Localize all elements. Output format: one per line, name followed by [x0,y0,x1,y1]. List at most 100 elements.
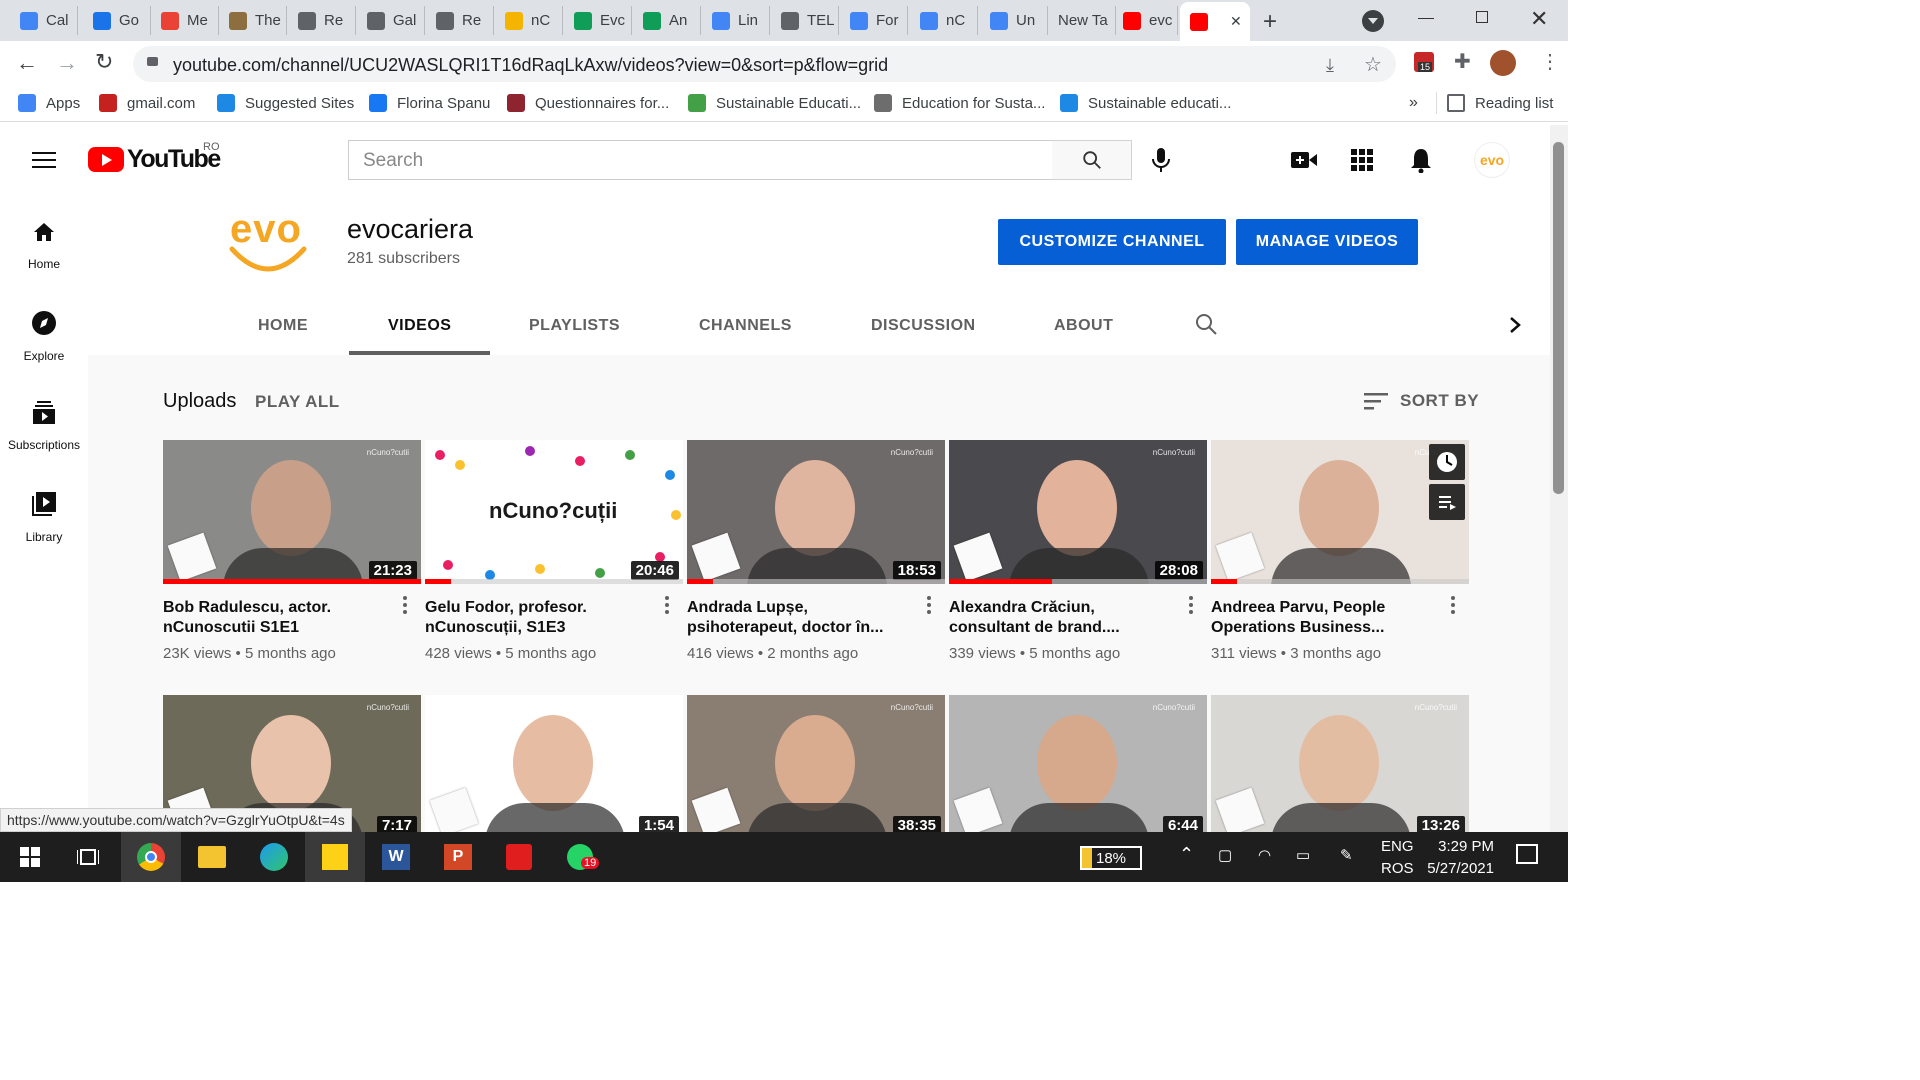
bookmark-item[interactable]: Sustainable educati... [1060,94,1231,112]
browser-tab[interactable]: TEL [771,6,839,35]
minimize-button[interactable] [1418,18,1434,19]
browser-tab[interactable]: nC [495,6,563,35]
task-view-button[interactable] [58,832,118,882]
meet-now-icon[interactable]: ▢ [1218,846,1232,864]
browser-tab-active[interactable]: ✕ [1180,2,1250,41]
video-thumbnail[interactable]: nCuno?cutii [1211,440,1469,584]
youtube-logo-icon[interactable] [88,147,124,172]
install-app-icon[interactable]: ⤓ [1326,55,1334,76]
video-thumbnail[interactable]: nCuno?cutii 1:54 [425,695,683,832]
guide-item-subscriptions[interactable]: Subscriptions [0,401,88,481]
taskbar-acrobat[interactable] [489,832,549,882]
video-action-menu-icon[interactable] [403,596,407,614]
browser-tab[interactable]: New Ta [1048,6,1116,35]
forward-button[interactable]: → [56,50,78,76]
customize-channel-button[interactable]: CUSTOMIZE CHANNEL [998,219,1226,265]
taskbar-sticky-notes[interactable] [305,832,365,882]
tab-search-button[interactable] [1362,10,1384,32]
video-title[interactable]: Bob Radulescu, actor. nCunoscutii S1E1 [163,598,391,638]
tab-videos[interactable]: VIDEOS [388,317,451,335]
restore-button[interactable] [1476,11,1488,23]
video-thumbnail[interactable]: nCuno?cutii 21:23 [163,440,421,584]
taskbar-powerpoint[interactable]: P [428,832,488,882]
tab-home[interactable]: HOME [258,317,308,335]
page-scrollbar[interactable] [1550,125,1568,832]
apps-button[interactable] [1351,149,1373,176]
tab-about[interactable]: ABOUT [1054,317,1113,335]
create-video-button[interactable] [1291,150,1317,175]
bookmark-item[interactable]: Education for Susta... [874,94,1045,112]
sort-by-button[interactable]: SORT BY [1364,391,1479,411]
guide-item-explore[interactable]: Explore [0,310,88,390]
browser-tab[interactable]: Gal [357,6,425,35]
add-to-queue-button[interactable] [1429,484,1465,520]
wifi-icon[interactable]: ◠ [1258,846,1271,864]
taskbar-file-explorer[interactable] [182,832,242,882]
browser-tab[interactable]: Me [151,6,219,35]
account-avatar[interactable]: evo [1474,142,1510,178]
bookmark-item[interactable]: Florina Spanu [369,94,490,112]
browser-tab[interactable]: For [840,6,908,35]
taskbar-edge[interactable] [244,832,304,882]
search-input[interactable]: Search [348,140,1053,180]
video-title[interactable]: Andrada Lupșe, psihoterapeut, doctor în..… [687,598,915,638]
tray-overflow-icon[interactable]: ⌃ [1179,844,1194,865]
video-thumbnail[interactable]: nCuno?cutii 18:53 [687,440,945,584]
play-all-button[interactable]: PLAY ALL [255,392,340,412]
taskbar-chrome[interactable] [121,832,181,882]
video-action-menu-icon[interactable] [1189,596,1193,614]
taskbar-whatsapp[interactable]: 19 [550,832,610,882]
bookmarks-overflow-button[interactable]: » [1409,94,1418,112]
tab-playlists[interactable]: PLAYLISTS [529,317,620,335]
close-tab-icon[interactable]: ✕ [1230,13,1242,30]
browser-tab[interactable]: Re [288,6,356,35]
browser-tab[interactable]: Un [980,6,1048,35]
browser-tab[interactable]: The [219,6,287,35]
video-action-menu-icon[interactable] [1451,596,1455,614]
video-thumbnail[interactable]: nCuno?cutii 6:44 [949,695,1207,832]
browser-tab[interactable]: Cal [10,6,78,35]
video-title[interactable]: Gelu Fodor, profesor. nCunoscuții, S1E3 [425,598,653,638]
power-icon[interactable]: ▭ [1296,846,1310,864]
guide-menu-icon[interactable] [32,152,56,168]
bookmark-item[interactable]: Sustainable Educati... [688,94,861,112]
watch-later-button[interactable] [1429,444,1465,480]
pen-icon[interactable]: ✎ [1340,846,1353,864]
browser-tab[interactable]: An [633,6,701,35]
notifications-button[interactable] [1410,147,1432,178]
browser-tab[interactable]: nC [910,6,978,35]
bookmark-item[interactable]: gmail.com [99,94,195,112]
video-title[interactable]: Alexandra Crăciun, consultant de brand...… [949,598,1177,638]
browser-tab[interactable]: Evc [564,6,632,35]
bookmark-item[interactable]: Suggested Sites [217,94,354,112]
browser-tab[interactable]: Re [426,6,494,35]
extension-icon[interactable]: 15 [1414,52,1434,72]
profile-avatar[interactable] [1490,50,1516,76]
tab-channels[interactable]: CHANNELS [699,317,792,335]
extensions-puzzle-icon[interactable]: ✚ [1454,49,1471,74]
guide-item-library[interactable]: Library [0,491,88,571]
close-window-button[interactable]: ✕ [1530,6,1548,32]
video-thumbnail[interactable]: nCuno?cutii 38:35 [687,695,945,832]
input-language[interactable]: ENG ROS [1381,838,1414,877]
video-title[interactable]: Andreea Parvu, People Operations Business… [1211,598,1439,638]
chevron-right-icon[interactable] [1508,315,1522,335]
video-action-menu-icon[interactable] [927,596,931,614]
guide-item-home[interactable]: Home [0,220,88,300]
browser-tab[interactable]: Lin [702,6,770,35]
address-bar[interactable]: youtube.com/channel/UCU2WASLQRI1T16dRaqL… [133,46,1396,82]
reading-list-button[interactable]: Reading list [1447,94,1553,112]
clock[interactable]: 3:29 PM 5/27/2021 [1424,838,1494,877]
chrome-menu-icon[interactable]: ⋮ [1540,49,1560,74]
tab-discussion[interactable]: DISCUSSION [871,317,976,335]
bookmark-item[interactable]: Apps [18,94,80,112]
new-tab-button[interactable]: + [1263,8,1277,36]
voice-search-button[interactable] [1150,147,1172,178]
video-thumbnail[interactable]: nCuno?cutii 28:08 [949,440,1207,584]
browser-tab[interactable]: evc [1113,6,1178,35]
notification-center-icon[interactable] [1516,844,1538,864]
bookmark-item[interactable]: Questionnaires for... [507,94,669,112]
manage-videos-button[interactable]: MANAGE VIDEOS [1236,219,1418,265]
video-action-menu-icon[interactable] [665,596,669,614]
bookmark-star-icon[interactable]: ☆ [1364,52,1382,77]
